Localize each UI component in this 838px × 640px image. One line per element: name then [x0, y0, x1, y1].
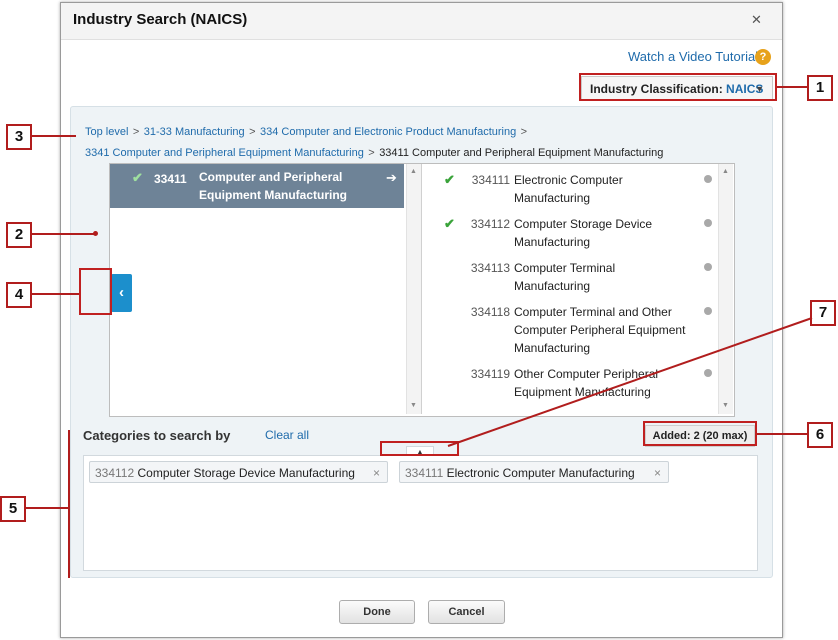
leader-line-7 — [447, 317, 813, 447]
